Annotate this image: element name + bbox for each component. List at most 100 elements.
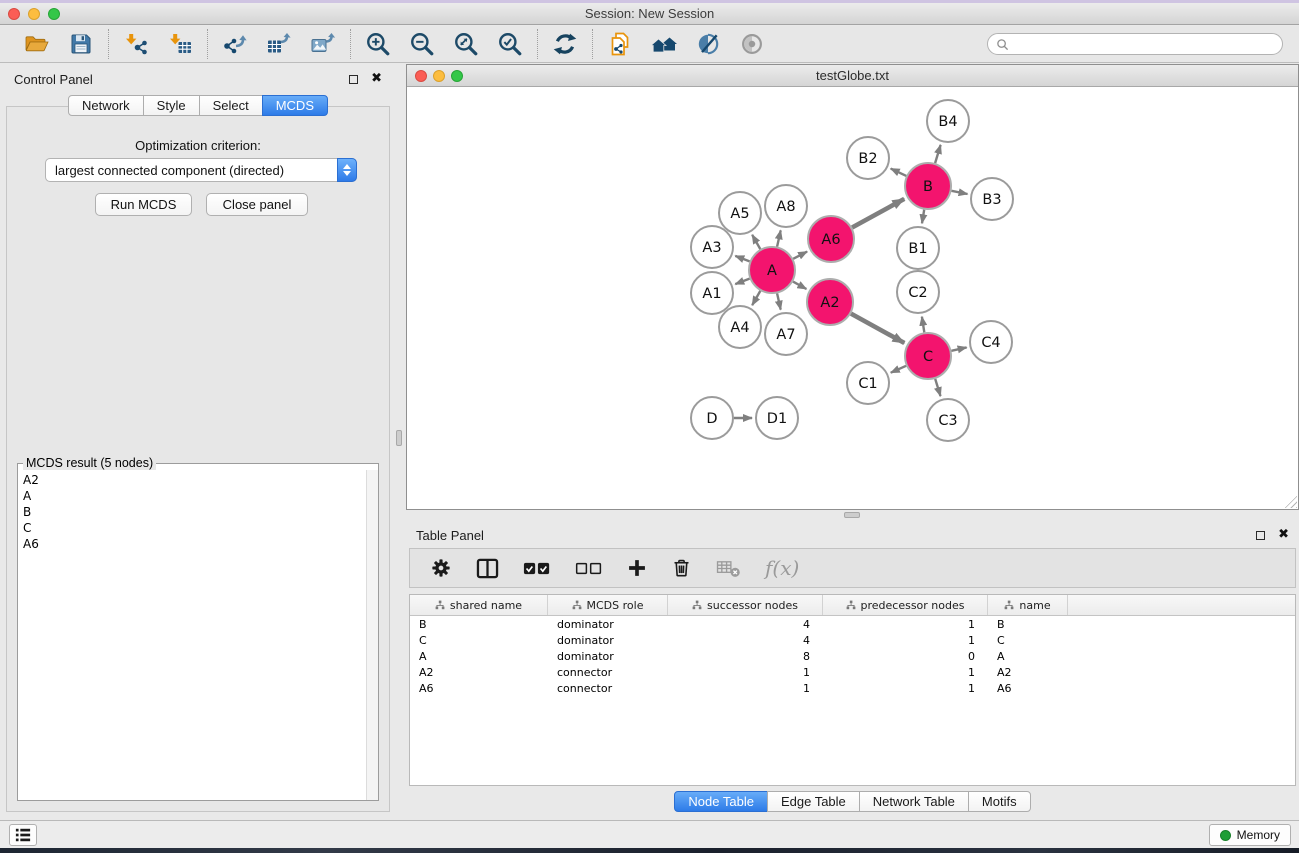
edge-A6-B[interactable] (852, 199, 904, 228)
import-table-button[interactable] (165, 29, 195, 59)
show-graphics-details-button[interactable] (693, 29, 723, 59)
optimization-criterion-select[interactable]: largest connected component (directed) (45, 158, 357, 182)
node-table: shared nameMCDS role successor nodes prede… (409, 594, 1296, 786)
hide-graphics-details-button[interactable] (737, 29, 767, 59)
split-table-button[interactable] (476, 558, 499, 579)
edge-C-C2[interactable] (922, 317, 924, 333)
network-close-button[interactable] (415, 70, 427, 82)
edge-C-C1[interactable] (891, 366, 906, 373)
close-panel-icon[interactable]: ✖ (371, 74, 382, 84)
table-cell: A6 (988, 682, 1068, 695)
column-header-predecessor-nodes[interactable]: predecessor nodes (823, 595, 988, 615)
edge-A-A5[interactable] (752, 235, 760, 249)
edge-B-B2[interactable] (891, 169, 907, 176)
table-tab-motifs[interactable]: Motifs (968, 791, 1031, 812)
table-row[interactable]: A2connector11A2 (410, 664, 1295, 680)
table-tab-node-table[interactable]: Node Table (674, 791, 768, 812)
maximize-window-button[interactable] (48, 8, 60, 20)
control-tab-style[interactable]: Style (143, 95, 200, 116)
edge-C-C4[interactable] (951, 347, 966, 350)
float-table-panel-icon[interactable] (1256, 531, 1265, 540)
gear-icon (430, 557, 452, 579)
network-canvas[interactable]: B4B2BB3A8A5A6B1A3AC2A1A2A4A7C4CC1C3DD1 (407, 87, 1298, 509)
close-panel-button[interactable]: Close panel (206, 193, 308, 216)
zoom-selected-icon (497, 31, 523, 57)
column-header-MCDS-role[interactable]: MCDS role (548, 595, 668, 615)
edge-B-B4[interactable] (935, 145, 941, 163)
zoom-fit-button[interactable] (451, 29, 481, 59)
import-network-button[interactable] (121, 29, 151, 59)
zoom-in-button[interactable] (363, 29, 393, 59)
delete-table-button[interactable] (716, 558, 741, 579)
save-session-button[interactable] (66, 29, 96, 59)
result-list-scrollbar[interactable] (366, 470, 378, 800)
network-minimize-button[interactable] (433, 70, 445, 82)
table-row[interactable]: Adominator80A (410, 648, 1295, 664)
edge-C-C3[interactable] (935, 379, 940, 396)
table-panel: Table Panel ✖ (406, 522, 1299, 812)
export-table-button[interactable] (264, 29, 294, 59)
table-tab-network-table[interactable]: Network Table (859, 791, 969, 812)
mcds-result-item[interactable]: A6 (18, 536, 366, 552)
node-label-A3: A3 (702, 240, 721, 256)
function-builder-button[interactable]: f(x) (765, 556, 799, 580)
delete-columns-button[interactable] (671, 557, 692, 579)
edge-A-A7[interactable] (777, 293, 781, 309)
close-table-panel-icon[interactable]: ✖ (1278, 530, 1289, 540)
mcds-result-item[interactable]: C (18, 520, 366, 536)
table-row[interactable]: Bdominator41B (410, 616, 1295, 632)
edge-B-B3[interactable] (952, 191, 968, 194)
first-neighbors-button[interactable] (649, 29, 679, 59)
select-all-rows-button[interactable] (523, 560, 551, 577)
control-tab-mcds[interactable]: MCDS (262, 95, 328, 116)
export-network-button[interactable] (220, 29, 250, 59)
search-input[interactable] (1014, 37, 1274, 51)
control-tab-select[interactable]: Select (199, 95, 263, 116)
edge-A-A8[interactable] (777, 230, 781, 246)
deselect-all-rows-button[interactable] (575, 560, 603, 577)
edge-A-A6[interactable] (793, 252, 807, 259)
control-tab-network[interactable]: Network (68, 95, 144, 116)
column-header-shared-name[interactable]: shared name (410, 595, 548, 615)
table-cell: 4 (668, 618, 823, 631)
edge-A-A3[interactable] (735, 256, 749, 262)
run-mcds-button[interactable]: Run MCDS (95, 193, 192, 216)
node-label-D1: D1 (767, 411, 787, 427)
export-image-button[interactable] (308, 29, 338, 59)
table-tab-edge-table[interactable]: Edge Table (767, 791, 860, 812)
network-maximize-button[interactable] (451, 70, 463, 82)
table-row[interactable]: Cdominator41C (410, 632, 1295, 648)
mcds-result-item[interactable]: A (18, 488, 366, 504)
refresh-view-button[interactable] (550, 29, 580, 59)
open-session-button[interactable] (22, 29, 52, 59)
zoom-selected-button[interactable] (495, 29, 525, 59)
edge-A-A1[interactable] (735, 279, 749, 285)
column-header-name[interactable]: name (988, 595, 1068, 615)
zoom-out-button[interactable] (407, 29, 437, 59)
minimize-window-button[interactable] (28, 8, 40, 20)
mcds-result-item[interactable]: A2 (18, 472, 366, 488)
memory-button[interactable]: Memory (1209, 824, 1291, 846)
mcds-result-item[interactable]: B (18, 504, 366, 520)
add-column-button[interactable] (627, 558, 647, 578)
search-field[interactable] (987, 33, 1283, 55)
close-window-button[interactable] (8, 8, 20, 20)
duplicate-network-button[interactable] (605, 29, 635, 59)
edge-A-A4[interactable] (752, 291, 760, 305)
vertical-splitter-handle[interactable] (396, 430, 402, 446)
horizontal-splitter-handle[interactable] (844, 512, 860, 518)
fx-icon: f(x) (765, 556, 799, 580)
node-label-B3: B3 (982, 192, 1001, 208)
edge-A-A2[interactable] (793, 282, 806, 289)
column-label: successor nodes (707, 599, 798, 612)
task-history-button[interactable] (9, 824, 37, 846)
column-header-successor-nodes[interactable]: successor nodes (668, 595, 823, 615)
float-panel-icon[interactable] (349, 75, 358, 84)
import-table-icon (167, 32, 193, 56)
table-row[interactable]: A6connector11A6 (410, 680, 1295, 696)
mcds-result-box: MCDS result (5 nodes) A2ABCA6 (17, 456, 379, 801)
edge-A2-C[interactable] (851, 314, 904, 343)
column-label: predecessor nodes (861, 599, 965, 612)
column-settings-button[interactable] (430, 557, 452, 579)
edge-B-B1[interactable] (922, 210, 924, 224)
